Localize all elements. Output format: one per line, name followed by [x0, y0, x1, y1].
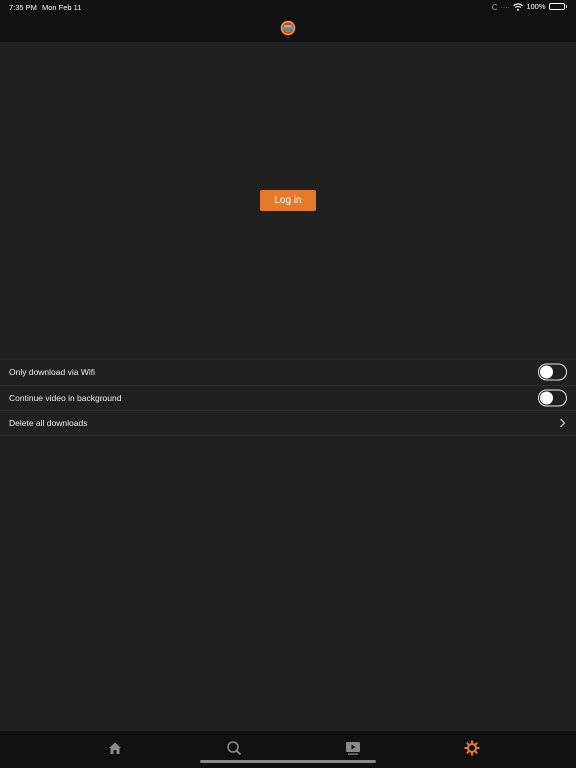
search-icon[interactable]	[226, 740, 242, 756]
app-screen: 7:35 PM Mon Feb 11 .... 100% Log in Only…	[0, 0, 576, 768]
status-time: 7:35 PM	[9, 3, 37, 12]
setting-label: Delete all downloads	[9, 417, 88, 428]
setting-label: Only download via Wifi	[9, 367, 95, 378]
status-indicators: .... 100%	[491, 2, 567, 11]
do-not-disturb-icon	[491, 3, 498, 10]
settings-list: Only download via Wifi Continue video in…	[0, 359, 576, 436]
delete-all-downloads-row[interactable]: Delete all downloads	[0, 410, 576, 436]
toggle-knob	[540, 365, 553, 379]
wifi-icon	[513, 2, 524, 11]
setting-background-video-row: Continue video in background	[0, 384, 576, 411]
setting-label: Continue video in background	[9, 392, 122, 403]
app-logo-icon	[280, 20, 296, 36]
setting-wifi-only-row: Only download via Wifi	[0, 359, 576, 385]
toggle-knob	[540, 391, 553, 405]
home-indicator[interactable]	[200, 760, 376, 763]
login-button[interactable]: Log in	[260, 190, 316, 211]
battery-icon	[548, 3, 567, 10]
status-date: Mon Feb 11	[42, 3, 82, 12]
chevron-right-icon	[560, 418, 566, 428]
background-video-toggle[interactable]	[538, 389, 567, 407]
wifi-only-toggle[interactable]	[538, 363, 567, 381]
home-icon[interactable]	[107, 740, 123, 756]
battery-percent: 100%	[526, 2, 546, 11]
settings-gear-icon[interactable]	[464, 740, 480, 756]
top-header: 7:35 PM Mon Feb 11 .... 100%	[0, 0, 576, 42]
video-icon[interactable]	[345, 740, 361, 756]
signal-dots: ....	[500, 3, 511, 10]
